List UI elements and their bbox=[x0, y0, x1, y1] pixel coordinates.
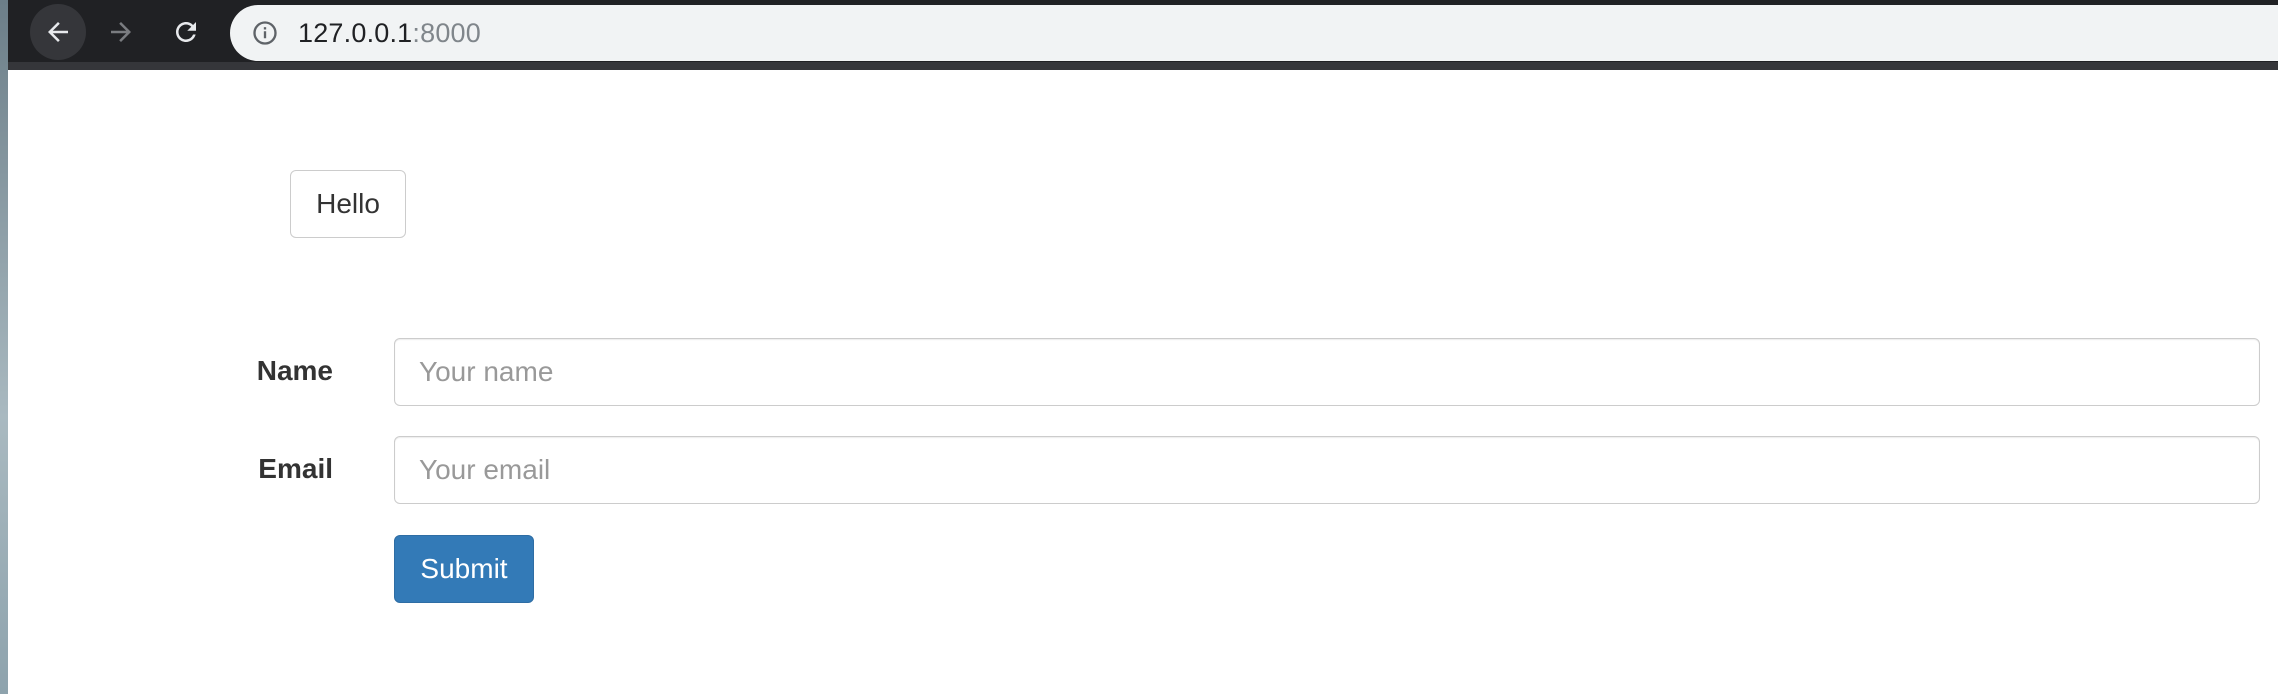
url-port: :8000 bbox=[412, 17, 481, 48]
name-input[interactable] bbox=[394, 338, 2260, 406]
window-edge bbox=[0, 0, 8, 694]
email-label: Email bbox=[258, 453, 333, 484]
arrow-left-icon bbox=[48, 22, 68, 42]
reload-button[interactable] bbox=[158, 4, 214, 60]
browser-toolbar: 127.0.0.1:8000 bbox=[8, 0, 2278, 62]
url-host: 127.0.0.1 bbox=[298, 17, 413, 48]
submit-button[interactable]: Submit bbox=[394, 535, 534, 603]
reload-icon bbox=[176, 22, 196, 42]
address-bar[interactable]: 127.0.0.1:8000 bbox=[230, 5, 2278, 61]
hello-button[interactable]: Hello bbox=[290, 170, 406, 238]
name-label: Name bbox=[256, 355, 333, 386]
arrow-right-icon bbox=[111, 22, 131, 42]
info-icon[interactable] bbox=[250, 18, 280, 48]
forward-button[interactable] bbox=[93, 4, 149, 60]
email-input[interactable] bbox=[394, 436, 2260, 504]
toolbar-bottom-strip bbox=[8, 62, 2278, 70]
back-button[interactable] bbox=[30, 4, 86, 60]
url-text: 127.0.0.1:8000 bbox=[298, 18, 481, 49]
